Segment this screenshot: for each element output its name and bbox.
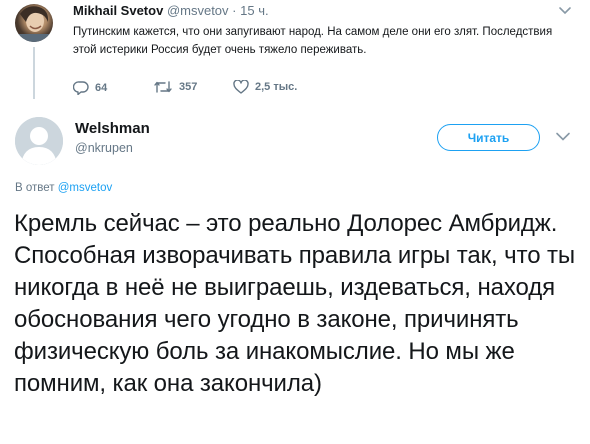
parent-tweet-time[interactable]: 15 ч. [240, 3, 268, 18]
follow-button[interactable]: Читать [437, 124, 540, 151]
parent-tweet[interactable]: Mikhail Svetov @msvetov · 15 ч. Путински… [0, 0, 590, 110]
parent-tweet-header: Mikhail Svetov @msvetov · 15 ч. [73, 3, 269, 18]
default-avatar-icon[interactable] [15, 117, 63, 165]
parent-author-avatar[interactable] [15, 4, 53, 42]
tweet-text: Кремль сейчас – это реально Долорес Амбр… [14, 210, 576, 397]
heart-icon [233, 80, 249, 94]
chevron-down-icon[interactable] [555, 131, 571, 142]
header-separator: · [232, 3, 237, 18]
retweet-action[interactable]: 357 [153, 80, 197, 94]
reply-count: 64 [95, 81, 108, 94]
like-count: 2,5 тыс. [255, 81, 298, 93]
retweet-icon [154, 81, 172, 93]
reply-icon [73, 81, 89, 95]
author-name[interactable]: Welshman [75, 120, 150, 137]
reply-mention-link[interactable]: @msvetov [58, 182, 113, 194]
retweet-count: 357 [179, 81, 198, 93]
parent-tweet-text: Путинским кажется, что они запугивают на… [73, 26, 553, 56]
parent-author-name[interactable]: Mikhail Svetov [73, 3, 163, 18]
reply-prefix: В ответ [15, 182, 55, 194]
reply-context: В ответ @msvetov [15, 182, 112, 194]
reply-action[interactable]: 64 [73, 80, 107, 95]
chevron-down-icon[interactable] [558, 6, 572, 16]
author-handle[interactable]: @nkrupen [75, 141, 133, 155]
parent-author-handle[interactable]: @msvetov [167, 3, 229, 18]
like-action[interactable]: 2,5 тыс. [233, 80, 297, 94]
thread-connector [33, 47, 35, 99]
